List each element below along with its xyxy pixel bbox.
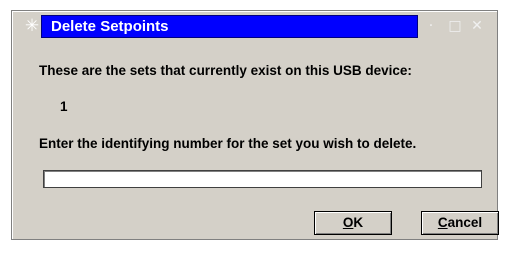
cancel-button[interactable]: Cancel (421, 211, 499, 235)
delete-setpoints-dialog: ✳ Delete Setpoints · □ ✕ These are the s… (11, 10, 499, 240)
window-title: Delete Setpoints (51, 18, 169, 35)
title-highlight: Delete Setpoints (41, 15, 418, 38)
maximize-icon[interactable]: □ (447, 17, 463, 35)
title-bar: ✳ Delete Setpoints · □ ✕ (14, 13, 495, 43)
cancel-accelerator: C (437, 215, 448, 230)
cancel-label-rest: ancel (447, 215, 483, 230)
app-menu-icon[interactable]: ✳ (23, 17, 41, 35)
set-number-input[interactable] (43, 170, 482, 188)
existing-sets-message: These are the sets that currently exist … (39, 63, 412, 78)
ok-label-rest: K (353, 215, 364, 230)
close-icon[interactable]: ✕ (469, 17, 485, 35)
delete-prompt: Enter the identifying number for the set… (39, 136, 417, 151)
ok-button[interactable]: OK (314, 211, 392, 235)
ok-accelerator: O (342, 215, 354, 230)
minimize-icon[interactable]: · (423, 17, 439, 35)
existing-set-list: 1 (60, 99, 68, 114)
